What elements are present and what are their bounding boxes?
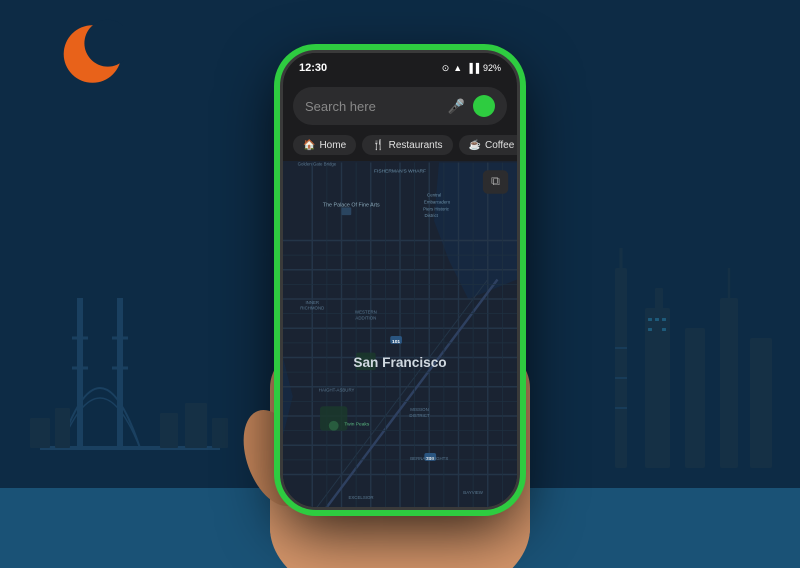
map-area[interactable]: 101 280 FISHERMAN'S WHARF The Palace Of … (283, 161, 517, 510)
svg-text:Twin Peaks: Twin Peaks (344, 422, 369, 428)
svg-text:Golden Gate Bridge: Golden Gate Bridge (298, 161, 337, 166)
search-placeholder: Search here (305, 99, 440, 114)
svg-text:HAIGHT-ASBURY: HAIGHT-ASBURY (319, 388, 355, 393)
map-svg: 101 280 FISHERMAN'S WHARF The Palace Of … (283, 161, 517, 510)
home-chip-icon: 🏠 (303, 140, 315, 151)
status-icons: ⊙ ▲ ▐▐ 92% (442, 63, 501, 74)
status-bar: 12:30 ⊙ ▲ ▐▐ 92% (283, 53, 517, 81)
svg-text:MISSION: MISSION (410, 407, 428, 412)
svg-text:⧉: ⧉ (491, 174, 500, 188)
chip-coffee[interactable]: ☕ Coffee 2 (459, 135, 517, 155)
restaurants-chip-icon: 🍴 (372, 140, 384, 151)
moon-icon (52, 18, 124, 90)
location-status-icon: ⊙ (442, 63, 450, 74)
svg-text:DISTRICT: DISTRICT (409, 413, 430, 418)
svg-text:ADDITION: ADDITION (355, 315, 376, 320)
time-display: 12:30 (299, 62, 327, 74)
svg-text:101: 101 (392, 339, 400, 345)
signal-status-icon: ▐▐ (466, 63, 479, 73)
chips-row: 🏠 Home 🍴 Restaurants ☕ Coffee 2 🍸 B (283, 131, 517, 161)
chip-home-label: Home (319, 140, 346, 151)
svg-text:WESTERN: WESTERN (355, 310, 377, 315)
buildings-right (595, 248, 785, 508)
svg-text:BAYVIEW: BAYVIEW (463, 490, 483, 495)
chip-restaurants[interactable]: 🍴 Restaurants (362, 135, 452, 155)
svg-text:Central: Central (427, 193, 441, 198)
bridge-left (20, 288, 240, 508)
search-bar[interactable]: Search here 🎤 (293, 87, 507, 125)
coffee-chip-icon: ☕ (469, 140, 481, 151)
chip-restaurants-label: Restaurants (389, 140, 443, 151)
svg-text:District: District (425, 213, 439, 218)
svg-text:INNER: INNER (305, 300, 319, 305)
svg-text:The Palace Of Fine Arts: The Palace Of Fine Arts (323, 202, 380, 208)
svg-text:EXCELSIOR: EXCELSIOR (348, 495, 373, 500)
phone: 12:30 ⊙ ▲ ▐▐ 92% Search here 🎤 🏠 Home 🍴 … (280, 50, 520, 510)
svg-text:FISHERMAN'S WHARF: FISHERMAN'S WHARF (374, 168, 426, 174)
green-indicator (473, 95, 495, 117)
svg-text:BERNAL HEIGHTS: BERNAL HEIGHTS (410, 456, 448, 461)
phone-wrapper: 12:30 ⊙ ▲ ▐▐ 92% Search here 🎤 🏠 Home 🍴 … (280, 50, 520, 510)
battery-display: 92% (483, 63, 501, 73)
svg-text:RICHMOND: RICHMOND (300, 306, 324, 311)
svg-text:Piers Historic: Piers Historic (423, 206, 450, 211)
svg-text:San Francisco: San Francisco (353, 355, 446, 370)
chip-coffee-label: Coffee (485, 140, 514, 151)
wifi-status-icon: ▲ (453, 63, 462, 73)
mic-icon[interactable]: 🎤 (448, 98, 465, 115)
chip-home[interactable]: 🏠 Home (293, 135, 356, 155)
svg-text:Embarcadero: Embarcadero (424, 199, 451, 204)
